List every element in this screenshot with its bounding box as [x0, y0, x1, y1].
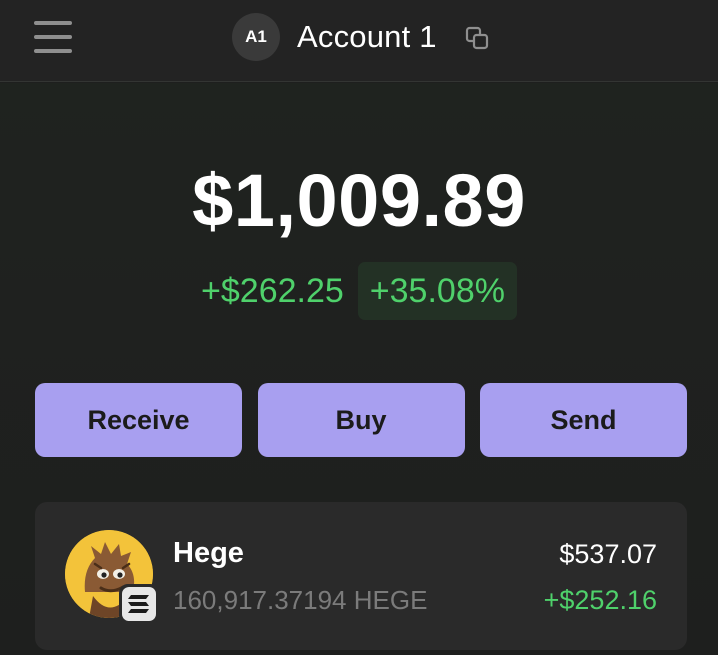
action-buttons: Receive Buy Send: [35, 383, 687, 457]
solana-icon: [119, 584, 159, 624]
token-name: Hege: [173, 537, 244, 569]
buy-button[interactable]: Buy: [257, 383, 465, 457]
account-name: Account 1: [297, 19, 437, 54]
send-button[interactable]: Send: [480, 383, 687, 457]
token-row[interactable]: Hege 160,917.37194 HEGE $537.07 +$252.16: [35, 502, 687, 650]
receive-button[interactable]: Receive: [35, 383, 242, 457]
token-amount: 160,917.37194 HEGE: [173, 585, 428, 615]
account-avatar: A1: [232, 13, 280, 61]
hamburger-menu-icon[interactable]: [34, 21, 72, 53]
token-value: $537.07: [559, 539, 657, 569]
change-amount: +$262.25: [201, 271, 344, 310]
copy-icon[interactable]: [465, 26, 489, 50]
account-selector[interactable]: A1 Account 1: [232, 12, 437, 62]
total-balance: $1,009.89: [192, 159, 526, 242]
balance-change: +$262.25 +35.08%: [0, 262, 718, 320]
token-change: +$252.16: [543, 585, 657, 615]
change-percent-badge: +35.08%: [357, 262, 517, 320]
top-bar: A1 Account 1: [0, 0, 718, 82]
